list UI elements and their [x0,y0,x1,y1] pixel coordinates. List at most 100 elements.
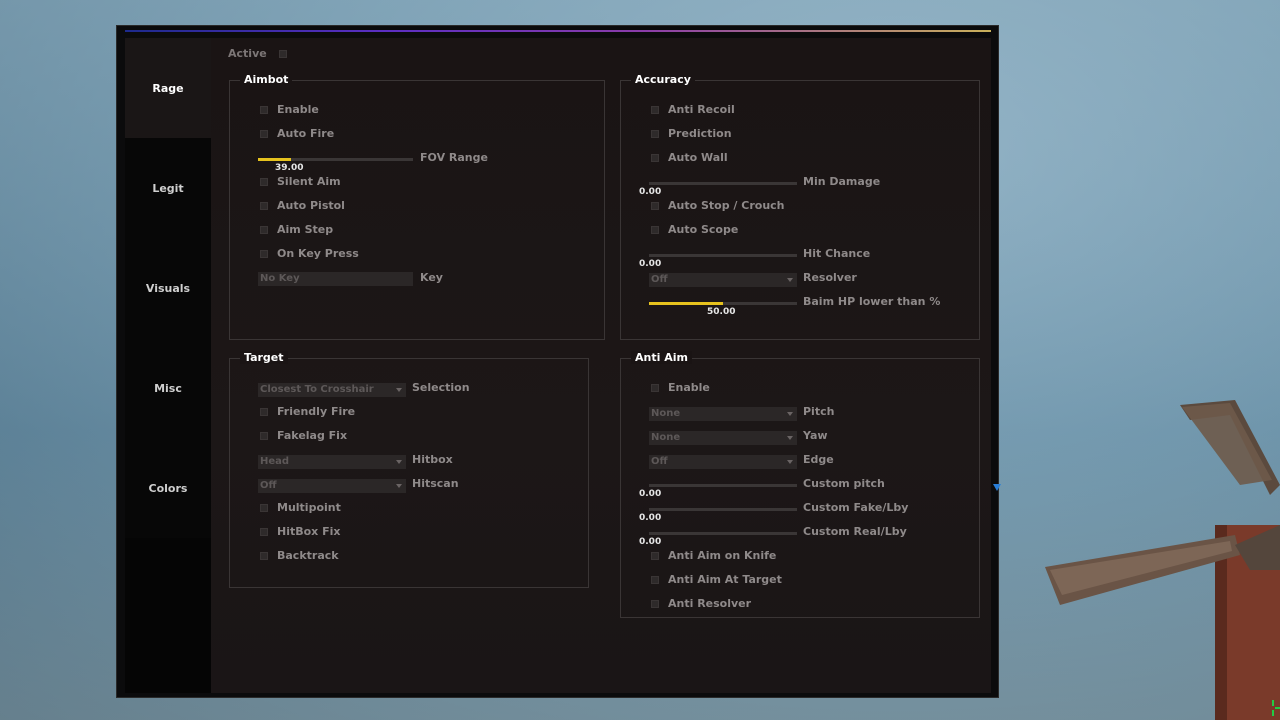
tab-label: Visuals [145,281,191,295]
active-label: Active [228,47,267,60]
anti-resolver-checkbox[interactable] [651,600,659,608]
aimbot-group: Aimbot Enable Auto Fire FOV Range 39.00 … [229,73,605,340]
min-damage-value: 0.00 [639,187,662,197]
active-toggle-row: Active [228,47,287,60]
silent-aim-label: Silent Aim [277,175,341,188]
fov-range-label: FOV Range [420,151,488,164]
tab-colors[interactable]: Colors [125,438,211,538]
baim-hp-label: Baim HP lower than % [803,295,941,308]
key-bind-field[interactable]: No Key [258,272,413,286]
tab-misc[interactable]: Misc [125,338,211,438]
resolver-dropdown[interactable]: Off [649,273,797,287]
custom-pitch-slider[interactable] [649,484,797,487]
custom-fake-value: 0.00 [639,513,662,523]
hitscan-value: Off [260,480,277,491]
hit-chance-slider[interactable] [649,254,797,257]
hitbox-label: Hitbox [412,453,453,466]
on-key-press-checkbox[interactable] [260,250,268,258]
aim-step-checkbox[interactable] [260,226,268,234]
enable-checkbox[interactable] [260,106,268,114]
group-title: Target [240,351,288,364]
aim-step-label: Aim Step [277,223,334,236]
slider-fill [258,158,291,161]
hitscan-label: Hitscan [412,477,459,490]
hitbox-value: Head [260,456,290,467]
anti-resolver-label: Anti Resolver [668,597,752,610]
tab-label: Misc [154,381,182,395]
custom-real-label: Custom Real/Lby [803,525,907,538]
edge-label: Edge [803,453,834,466]
custom-fake-slider[interactable] [649,508,797,511]
backtrack-label: Backtrack [277,549,339,562]
resolver-label: Resolver [803,271,857,284]
enable-label: Enable [277,103,319,116]
accuracy-group: Accuracy Anti Recoil Prediction Auto Wal… [620,73,980,340]
anti-recoil-checkbox[interactable] [651,106,659,114]
tab-label: Legit [152,181,184,195]
silent-aim-checkbox[interactable] [260,178,268,186]
slider-fill [649,302,723,305]
active-checkbox[interactable] [278,49,287,58]
anti-recoil-label: Anti Recoil [668,103,735,116]
tab-label: Rage [152,81,184,95]
mouse-cursor-icon [993,484,1001,491]
hitbox-fix-label: HitBox Fix [277,525,341,538]
auto-pistol-checkbox[interactable] [260,202,268,210]
key-bind-value: No Key [260,273,300,284]
anti-aim-knife-checkbox[interactable] [651,552,659,560]
accent-bar [125,30,991,32]
pitch-label: Pitch [803,405,835,418]
fakelag-fix-label: Fakelag Fix [277,429,348,442]
yaw-label: Yaw [803,429,828,442]
cheat-menu-window: Rage Legit Visuals Misc Colors Active Ai… [116,25,1001,698]
chevron-down-icon [787,436,793,440]
multipoint-checkbox[interactable] [260,504,268,512]
selection-value: Closest To Crosshair [260,384,374,395]
chevron-down-icon [396,484,402,488]
backtrack-checkbox[interactable] [260,552,268,560]
selection-label: Selection [412,381,470,394]
auto-wall-checkbox[interactable] [651,154,659,162]
anti-aim-knife-label: Anti Aim on Knife [668,549,777,562]
auto-wall-label: Auto Wall [668,151,728,164]
hitscan-dropdown[interactable]: Off [258,479,406,493]
baim-hp-slider[interactable] [649,302,797,305]
auto-scope-checkbox[interactable] [651,226,659,234]
anti-aim-enable-label: Enable [668,381,710,394]
custom-pitch-label: Custom pitch [803,477,885,490]
pitch-value: None [651,408,681,419]
prediction-checkbox[interactable] [651,130,659,138]
hitbox-fix-checkbox[interactable] [260,528,268,536]
custom-real-slider[interactable] [649,532,797,535]
tab-legit[interactable]: Legit [125,138,211,238]
chevron-down-icon [396,460,402,464]
friendly-fire-label: Friendly Fire [277,405,356,418]
auto-stop-checkbox[interactable] [651,202,659,210]
selection-dropdown[interactable]: Closest To Crosshair [258,383,406,397]
on-key-press-label: On Key Press [277,247,359,260]
multipoint-label: Multipoint [277,501,341,514]
resolver-value: Off [651,274,668,285]
tab-rage[interactable]: Rage [125,38,211,138]
auto-scope-label: Auto Scope [668,223,739,236]
group-title: Aimbot [240,73,293,86]
edge-dropdown[interactable]: Off [649,455,797,469]
friendly-fire-checkbox[interactable] [260,408,268,416]
fakelag-fix-checkbox[interactable] [260,432,268,440]
fov-range-slider[interactable] [258,158,413,161]
min-damage-slider[interactable] [649,182,797,185]
tab-visuals[interactable]: Visuals [125,238,211,338]
auto-fire-label: Auto Fire [277,127,335,140]
anti-aim-enable-checkbox[interactable] [651,384,659,392]
anti-aim-target-checkbox[interactable] [651,576,659,584]
group-title: Anti Aim [631,351,692,364]
hitbox-dropdown[interactable]: Head [258,455,406,469]
pitch-dropdown[interactable]: None [649,407,797,421]
fov-range-value: 39.00 [275,163,304,173]
prediction-label: Prediction [668,127,732,140]
chevron-down-icon [787,412,793,416]
tab-label: Colors [148,481,188,495]
yaw-dropdown[interactable]: None [649,431,797,445]
main-content: Active Aimbot Enable Auto Fire FOV Range… [211,38,1001,693]
auto-fire-checkbox[interactable] [260,130,268,138]
